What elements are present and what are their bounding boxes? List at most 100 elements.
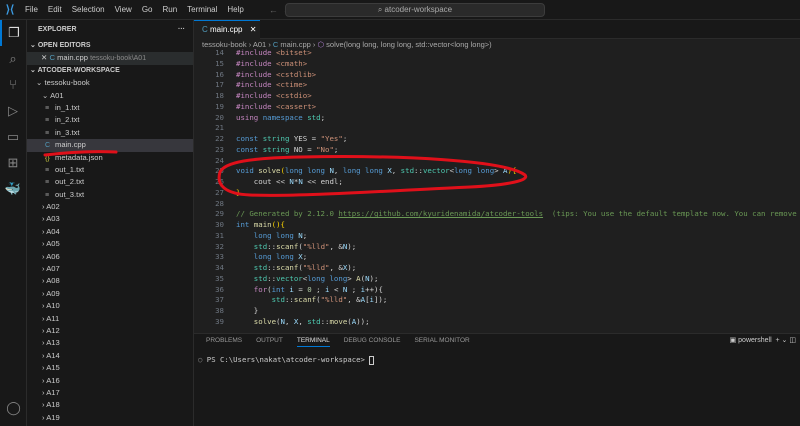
menu-item-help[interactable]: Help — [227, 5, 243, 14]
file-item[interactable]: ≡out_1.txt — [27, 164, 193, 176]
folder-item[interactable]: › A09 — [27, 288, 193, 300]
file-item[interactable]: ≡in_3.txt — [27, 127, 193, 139]
folder-item[interactable]: › A15 — [27, 362, 193, 374]
panel-tab-output[interactable]: OUTPUT — [256, 337, 283, 347]
tab-main-cpp[interactable]: C main.cpp ✕ — [194, 20, 260, 39]
close-tab-icon[interactable]: ✕ — [250, 25, 257, 34]
source-control-icon[interactable]: ⑂ — [0, 72, 26, 98]
folder-item[interactable]: › A18 — [27, 399, 193, 411]
remote-explorer-icon[interactable]: ▭ — [0, 124, 26, 150]
panel-tab-terminal[interactable]: TERMINAL — [297, 337, 330, 347]
folder-item[interactable]: › A03 — [27, 213, 193, 225]
code-token: long long — [285, 166, 330, 175]
code-line: 19#include <cassert> — [194, 102, 800, 113]
explorer-icon[interactable]: ❐ — [0, 20, 26, 46]
panel-tabs: PROBLEMS OUTPUT TERMINAL DEBUG CONSOLE SERIA… — [206, 337, 470, 347]
more-icon[interactable]: ··· — [178, 20, 185, 40]
close-icon[interactable]: ✕ — [41, 53, 47, 62]
code-line: 35 std::vector<long long> A(N); — [194, 274, 800, 285]
code-token: = — [294, 285, 307, 294]
menu-item-go[interactable]: Go — [142, 5, 153, 14]
folder-item[interactable]: › A14 — [27, 350, 193, 362]
terminal-output[interactable]: ○ PS C:\Users\nakat\atcoder-workspace> — [198, 355, 374, 365]
menu-item-view[interactable]: View — [115, 5, 132, 14]
line-number: 35 — [194, 274, 236, 285]
code-token: ]); — [374, 295, 387, 304]
folder-item[interactable]: › A11 — [27, 313, 193, 325]
code-line: 24 — [194, 156, 800, 167]
shell-selector[interactable]: powershell — [738, 337, 771, 344]
open-file-path: tessoku-book\A01 — [90, 55, 146, 62]
explorer-sidebar: EXPLORER··· ⌄ OPEN EDITORS ✕ C main.cpp … — [27, 20, 194, 426]
new-terminal-icon[interactable]: + ⌄ — [776, 337, 788, 344]
folder-tessoku-book[interactable]: ⌄ tessoku-book — [27, 77, 193, 89]
file-item[interactable]: ≡out_2.txt — [27, 176, 193, 188]
file-item[interactable]: ≡out_3.txt — [27, 189, 193, 201]
code-token: <bitset> — [276, 48, 312, 57]
code-token: :: — [267, 242, 276, 251]
code-token: #include — [236, 70, 276, 79]
folder-item[interactable]: › A06 — [27, 251, 193, 263]
folder-A01[interactable]: ⌄ A01 — [27, 90, 193, 102]
folder-item[interactable]: › A12 — [27, 325, 193, 337]
folder-name: A12 — [46, 326, 60, 335]
code-token: "Yes" — [321, 134, 343, 143]
workspace-label: ATCODER-WORKSPACE — [38, 67, 120, 74]
panel-tab-debug-console[interactable]: DEBUG CONSOLE — [344, 337, 401, 347]
menu-item-file[interactable]: File — [25, 5, 38, 14]
folder-item[interactable]: › A10 — [27, 300, 193, 312]
panel-tab-problems[interactable]: PROBLEMS — [206, 337, 242, 347]
workspace-header[interactable]: ⌄ ATCODER-WORKSPACE — [27, 65, 193, 77]
command-center-search[interactable]: ⌕ atcoder-workspace — [285, 3, 545, 17]
code-token: solve — [258, 166, 280, 175]
file-item[interactable]: {}metadata.json — [27, 152, 193, 164]
folder-item[interactable]: › A16 — [27, 375, 193, 387]
code-line: 16#include <cstdlib> — [194, 70, 800, 81]
code-token: <cstdio> — [276, 91, 312, 100]
line-number: 38 — [194, 306, 236, 317]
line-number: 31 — [194, 231, 236, 242]
title-bar: ⟩⟨ FileEditSelectionViewGoRunTerminalHel… — [0, 0, 800, 20]
tab-label: main.cpp — [210, 25, 242, 34]
code-line: 39 solve(N, X, std::move(A)); — [194, 317, 800, 328]
folder-item[interactable]: › A04 — [27, 226, 193, 238]
run-debug-icon[interactable]: ▷ — [0, 98, 26, 124]
code-token: #include — [236, 102, 276, 111]
line-number: 21 — [194, 123, 236, 134]
panel-tab-serial-monitor[interactable]: SERIAL MONITOR — [414, 337, 469, 347]
folder-name: A18 — [46, 400, 60, 409]
code-editor[interactable]: 14#include <bitset>15#include <cmath>16#… — [194, 48, 800, 332]
file-item[interactable]: ≡in_2.txt — [27, 114, 193, 126]
file-item[interactable]: ≡in_1.txt — [27, 102, 193, 114]
folder-item[interactable]: › A05 — [27, 238, 193, 250]
folder-item[interactable]: › A07 — [27, 263, 193, 275]
docker-icon[interactable]: 🐳 — [0, 176, 26, 202]
menu-item-edit[interactable]: Edit — [48, 5, 62, 14]
folder-name: A19 — [46, 413, 60, 422]
folder-item[interactable]: › A19 — [27, 412, 193, 424]
split-terminal-icon[interactable]: ◫ — [789, 337, 796, 344]
code-token: ; — [303, 252, 307, 261]
folder-label: tessoku-book — [44, 78, 89, 87]
menu-item-run[interactable]: Run — [162, 5, 177, 14]
line-number: 22 — [194, 134, 236, 145]
line-number: 14 — [194, 48, 236, 59]
code-token: < — [330, 285, 343, 294]
terminal-icon: ▣ — [730, 337, 737, 344]
account-icon[interactable]: ◯ — [0, 400, 27, 416]
code-line: 34 std::scanf("%lld", &X); — [194, 263, 800, 274]
code-line: 29// Generated by 2.12.0 https://github.… — [194, 209, 800, 220]
code-token: :: — [267, 263, 276, 272]
folder-item[interactable]: › A13 — [27, 337, 193, 349]
folder-item[interactable]: › A17 — [27, 387, 193, 399]
search-icon[interactable]: ⌕ — [0, 46, 26, 72]
extensions-icon[interactable]: ⊞ — [0, 150, 26, 176]
folder-item[interactable]: › A02 — [27, 201, 193, 213]
open-editor-item[interactable]: ✕ C main.cpp tessoku-book\A01 — [27, 52, 193, 64]
menu-item-terminal[interactable]: Terminal — [187, 5, 217, 14]
file-item[interactable]: Cmain.cpp — [27, 139, 193, 151]
line-number: 30 — [194, 220, 236, 231]
folder-item[interactable]: › A08 — [27, 275, 193, 287]
menu-item-selection[interactable]: Selection — [72, 5, 105, 14]
open-editors-header[interactable]: ⌄ OPEN EDITORS — [27, 40, 193, 52]
